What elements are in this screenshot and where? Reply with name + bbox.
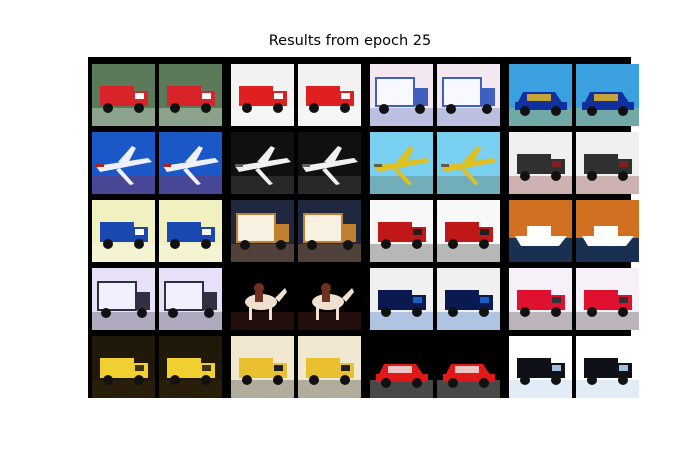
original-image-tile bbox=[231, 268, 294, 330]
original-image-tile bbox=[92, 268, 155, 330]
tile-picture bbox=[159, 200, 222, 262]
image-grid bbox=[88, 57, 639, 398]
tile-picture bbox=[92, 132, 155, 194]
tile-picture bbox=[231, 132, 294, 194]
original-image-tile bbox=[92, 132, 155, 194]
reconstructed-image-tile bbox=[576, 132, 639, 194]
tile-picture bbox=[159, 336, 222, 398]
tile-picture bbox=[159, 132, 222, 194]
reconstructed-image-tile bbox=[159, 336, 222, 398]
tile-picture bbox=[92, 268, 155, 330]
reconstructed-image-tile bbox=[298, 268, 361, 330]
reconstructed-image-tile bbox=[576, 200, 639, 262]
reconstructed-image-tile bbox=[298, 336, 361, 398]
original-image-tile bbox=[231, 336, 294, 398]
reconstructed-image-tile bbox=[298, 132, 361, 194]
original-image-tile bbox=[92, 64, 155, 126]
reconstructed-image-tile bbox=[576, 268, 639, 330]
tile-picture bbox=[298, 200, 361, 262]
reconstructed-image-tile bbox=[159, 268, 222, 330]
tile-picture bbox=[437, 132, 500, 194]
tile-picture bbox=[159, 268, 222, 330]
tile-picture bbox=[576, 200, 639, 262]
tile-picture bbox=[437, 200, 500, 262]
original-image-tile bbox=[231, 64, 294, 126]
figure-title: Results from epoch 25 bbox=[268, 33, 432, 49]
tile-picture bbox=[509, 64, 572, 126]
original-image-tile bbox=[231, 132, 294, 194]
original-image-tile bbox=[509, 268, 572, 330]
tile-picture bbox=[509, 200, 572, 262]
reconstructed-image-tile bbox=[298, 200, 361, 262]
original-image-tile bbox=[231, 200, 294, 262]
original-image-tile bbox=[370, 268, 433, 330]
tile-picture bbox=[231, 336, 294, 398]
original-image-tile bbox=[92, 200, 155, 262]
tile-picture bbox=[231, 200, 294, 262]
tile-picture bbox=[92, 64, 155, 126]
tile-picture bbox=[298, 132, 361, 194]
tile-picture bbox=[298, 268, 361, 330]
original-image-tile bbox=[370, 336, 433, 398]
reconstructed-image-tile bbox=[437, 336, 500, 398]
original-image-tile bbox=[370, 200, 433, 262]
original-image-tile bbox=[509, 64, 572, 126]
tile-picture bbox=[298, 336, 361, 398]
tile-picture bbox=[437, 64, 500, 126]
original-image-tile bbox=[509, 336, 572, 398]
tile-picture bbox=[370, 132, 433, 194]
reconstructed-image-tile bbox=[159, 132, 222, 194]
tile-picture bbox=[298, 64, 361, 126]
reconstructed-image-tile bbox=[159, 64, 222, 126]
tile-picture bbox=[576, 64, 639, 126]
tile-picture bbox=[370, 200, 433, 262]
tile-picture bbox=[92, 336, 155, 398]
tile-picture bbox=[576, 336, 639, 398]
tile-picture bbox=[370, 268, 433, 330]
reconstructed-image-tile bbox=[576, 336, 639, 398]
tile-picture bbox=[231, 268, 294, 330]
tile-picture bbox=[509, 336, 572, 398]
tile-picture bbox=[576, 268, 639, 330]
tile-picture bbox=[370, 64, 433, 126]
original-image-tile bbox=[370, 64, 433, 126]
tile-picture bbox=[159, 64, 222, 126]
reconstructed-image-tile bbox=[159, 200, 222, 262]
original-image-tile bbox=[509, 200, 572, 262]
tile-picture bbox=[437, 336, 500, 398]
reconstructed-image-tile bbox=[437, 132, 500, 194]
tile-picture bbox=[576, 132, 639, 194]
reconstructed-image-tile bbox=[437, 200, 500, 262]
tile-picture bbox=[231, 64, 294, 126]
tile-picture bbox=[92, 200, 155, 262]
reconstructed-image-tile bbox=[576, 64, 639, 126]
original-image-tile bbox=[92, 336, 155, 398]
tile-picture bbox=[509, 132, 572, 194]
original-image-tile bbox=[370, 132, 433, 194]
original-image-tile bbox=[509, 132, 572, 194]
reconstructed-image-tile bbox=[437, 64, 500, 126]
tile-picture bbox=[509, 268, 572, 330]
tile-picture bbox=[370, 336, 433, 398]
tile-picture bbox=[437, 268, 500, 330]
reconstructed-image-tile bbox=[298, 64, 361, 126]
reconstructed-image-tile bbox=[437, 268, 500, 330]
